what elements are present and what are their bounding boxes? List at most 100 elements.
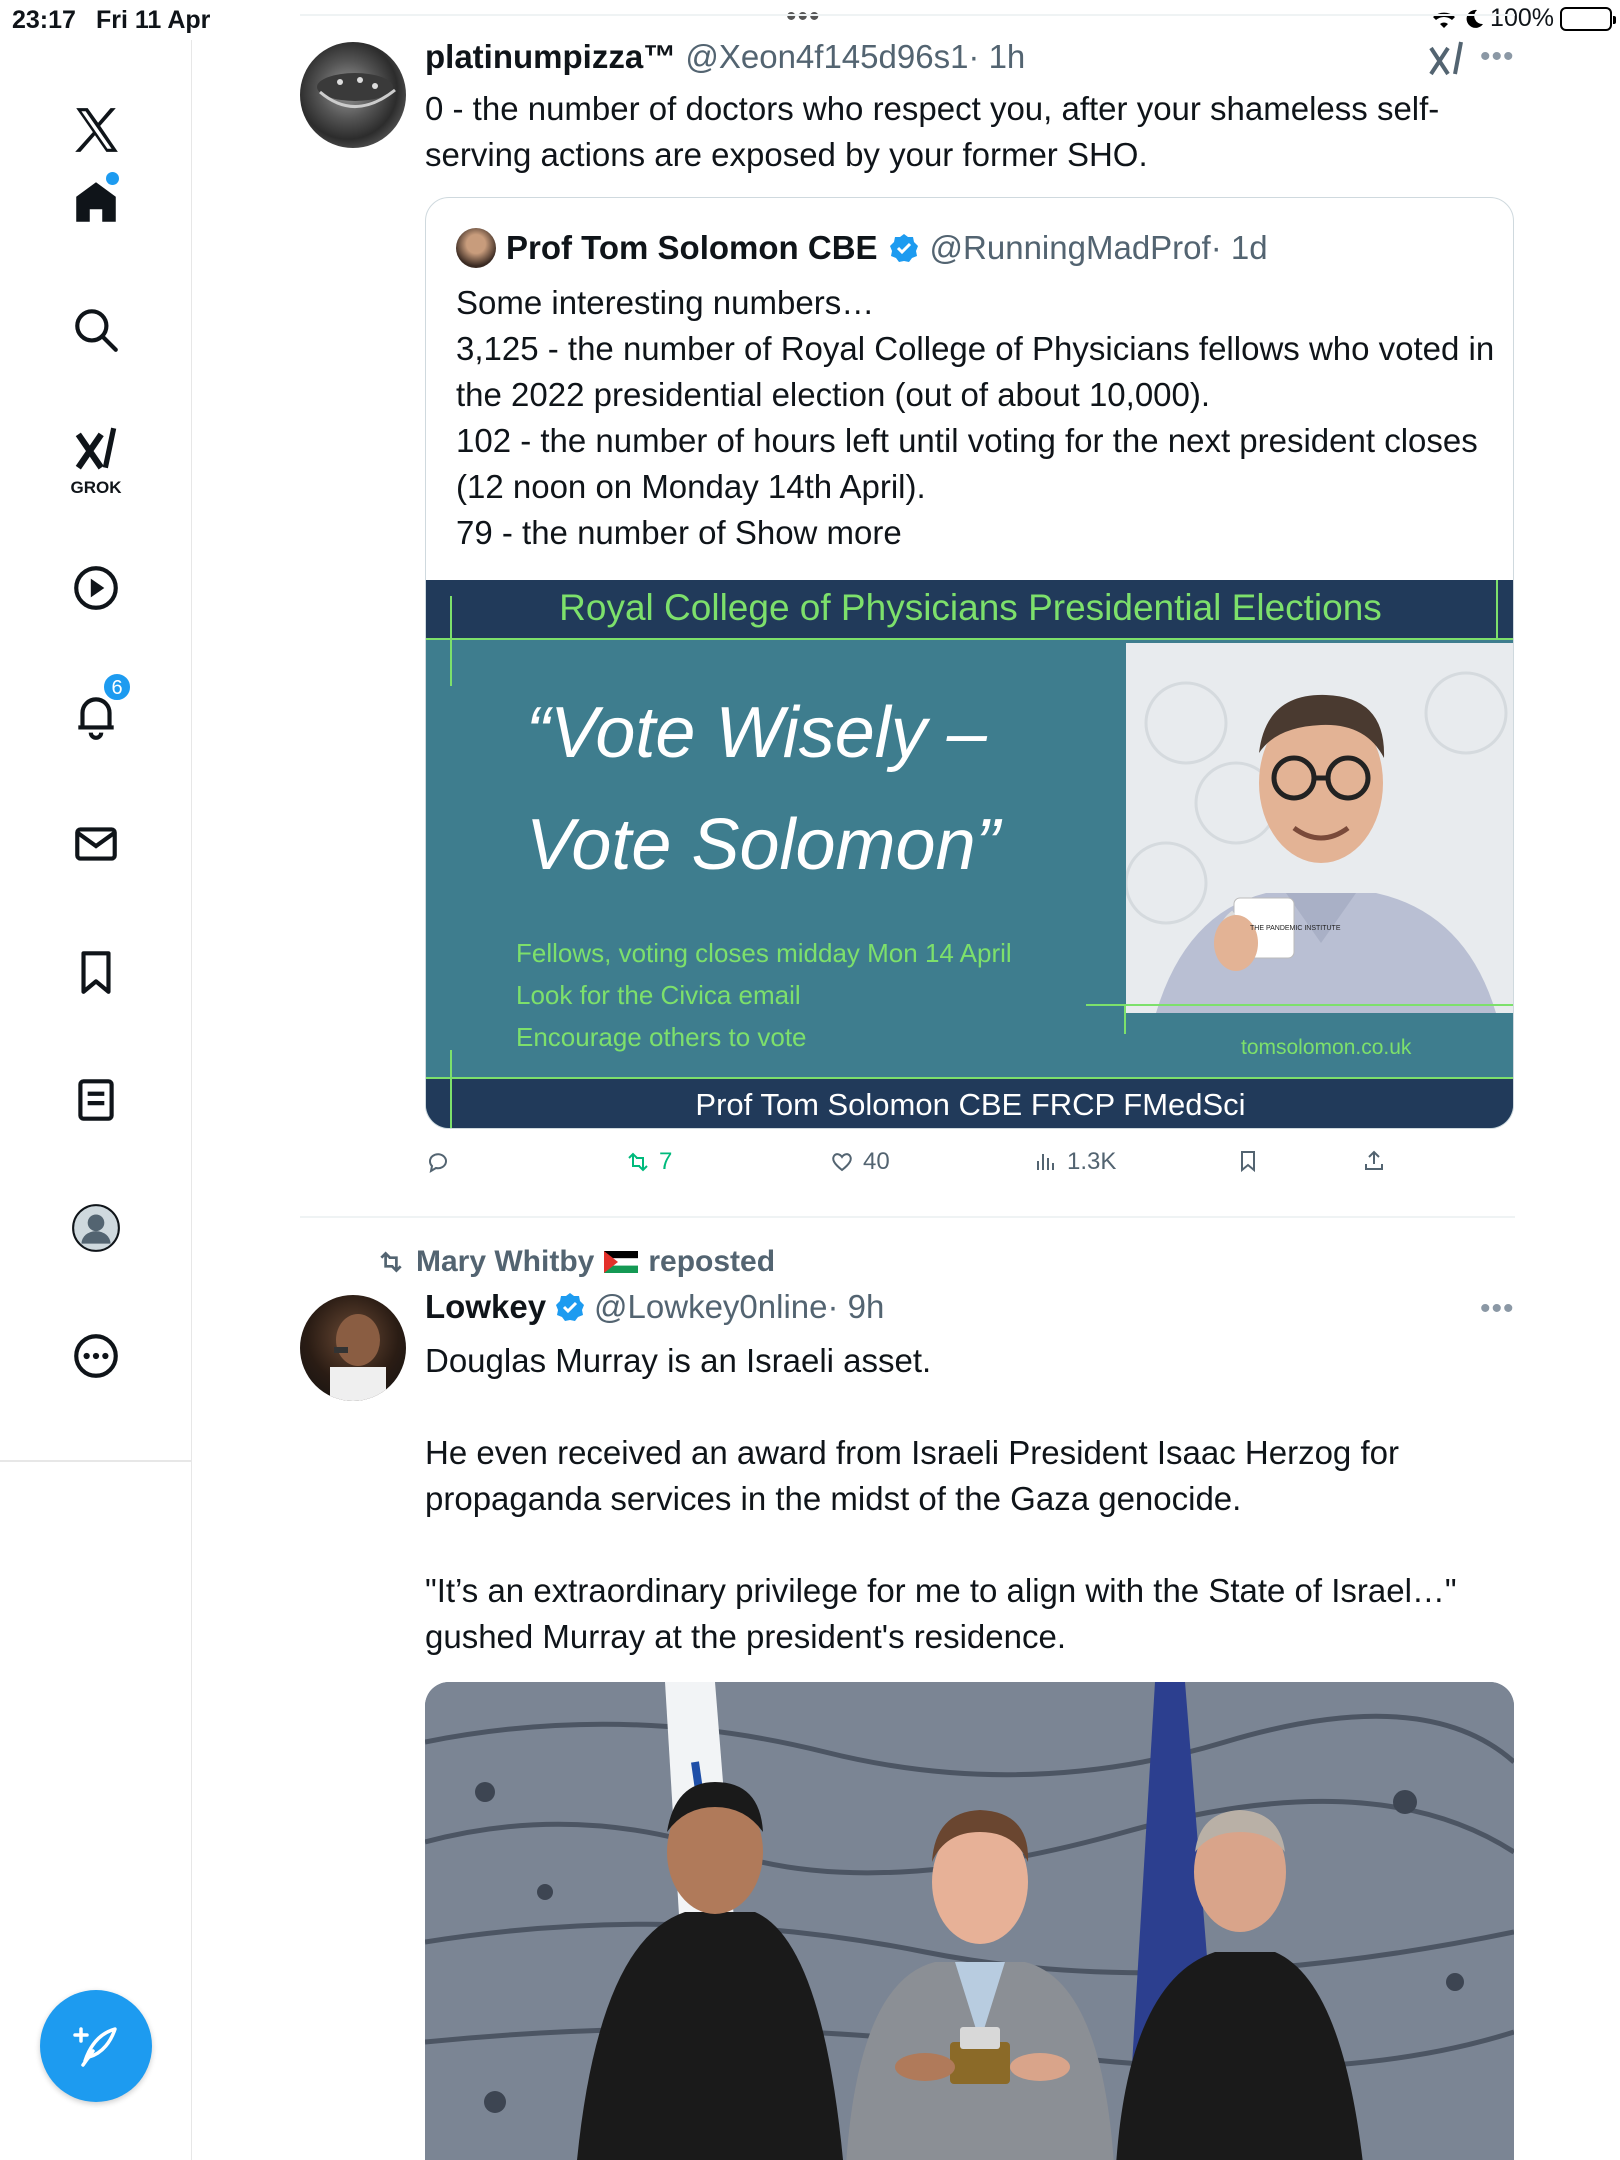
palestine-flag-icon xyxy=(604,1251,639,1273)
sidebar-item-video[interactable] xyxy=(56,548,136,628)
grok-explain-icon[interactable] xyxy=(1428,40,1464,78)
tweet1-header: platinumpizza™ @Xeon4f145d96s1· 1h xyxy=(425,38,1025,76)
quoted-timestamp: · 1d xyxy=(1210,229,1268,266)
verified-badge-icon xyxy=(556,1293,585,1321)
x-logo-icon[interactable] xyxy=(56,90,136,170)
quoted-author-name: Prof Tom Solomon CBE xyxy=(506,229,878,266)
mail-icon xyxy=(75,827,117,861)
tweet2-avatar[interactable] xyxy=(300,1295,406,1401)
retweet-button[interactable]: 7 xyxy=(625,1148,672,1176)
tweet2-header: Lowkey @Lowkey0nline · 9h xyxy=(425,1288,884,1326)
repost-indicator[interactable]: Mary Whitby reposted xyxy=(376,1245,775,1279)
tweet2-text: Douglas Murray is an Israeli asset. He e… xyxy=(425,1338,1505,1660)
tweet2-more-icon[interactable]: ••• xyxy=(1480,1292,1515,1326)
status-right: 100% xyxy=(1430,4,1616,33)
moon-icon xyxy=(1466,9,1484,28)
tweet2-author-name[interactable]: Lowkey xyxy=(425,1288,546,1326)
views-button[interactable]: 1.3K xyxy=(1033,1148,1116,1176)
sidebar-item-home[interactable] xyxy=(56,162,136,242)
views-chart-icon xyxy=(1037,1154,1054,1170)
grok-label: GROK xyxy=(70,478,122,497)
quoted-author-handle: @RunningMadProf xyxy=(929,229,1211,266)
play-icon xyxy=(74,566,118,610)
list-icon xyxy=(78,1079,114,1121)
campaign-banner-image[interactable]: Royal College of Physicians Presidential… xyxy=(426,580,1513,1128)
award-ceremony-photo xyxy=(425,1682,1514,2160)
banner-url: tomsolomon.co.uk xyxy=(1241,1036,1412,1059)
tweet1-text: 0 - the number of doctors who respect yo… xyxy=(425,90,1440,173)
like-button[interactable]: 40 xyxy=(829,1148,890,1176)
wifi-icon xyxy=(1433,12,1456,28)
home-unread-dot xyxy=(106,172,119,185)
compose-icon xyxy=(73,2027,117,2067)
tweet1-actions: 7 40 1.3K xyxy=(425,1148,1425,1188)
retweet-count: 7 xyxy=(659,1148,673,1175)
bookmark-outline-icon xyxy=(1241,1151,1255,1173)
status-bar: 23:17 Fri 11 Apr ••• 100% xyxy=(0,0,1620,40)
show-more-link[interactable]: Show more xyxy=(735,514,902,551)
grok-icon xyxy=(75,427,117,470)
tweet1-author-handle[interactable]: @Xeon4f145d96s1 xyxy=(685,38,968,75)
sidebar-item-lists[interactable] xyxy=(56,1060,136,1140)
bookmark-button[interactable] xyxy=(1235,1148,1261,1174)
heart-icon xyxy=(832,1153,852,1172)
tweet2-author-handle[interactable]: @Lowkey0nline xyxy=(594,1288,827,1326)
quoted-author-avatar xyxy=(456,228,496,268)
tweet2-paragraph-2: He even received an award from Israeli P… xyxy=(425,1434,1399,1517)
reply-button[interactable] xyxy=(425,1148,451,1174)
sidebar-item-bookmarks[interactable] xyxy=(56,932,136,1012)
compose-button[interactable] xyxy=(40,1990,152,2102)
more-icon xyxy=(74,1334,118,1378)
tweet2-paragraph-3: "It’s an extraordinary privilege for me … xyxy=(425,1572,1457,1655)
notification-count-badge: 6 xyxy=(102,672,132,702)
tweet1-avatar[interactable] xyxy=(300,42,406,148)
tweet2-timestamp[interactable]: · 9h xyxy=(828,1288,885,1326)
sidebar-item-notifications[interactable]: 6 xyxy=(56,672,136,756)
tweet1-timestamp[interactable]: · 1h xyxy=(968,38,1025,75)
tweet-divider xyxy=(300,1216,1515,1218)
quoted-tweet-header: Prof Tom Solomon CBE @RunningMadProf · 1d xyxy=(456,228,1268,268)
tweet1-avatar-image xyxy=(317,73,396,108)
share-button[interactable] xyxy=(1361,1148,1387,1174)
sidebar-item-messages[interactable] xyxy=(56,804,136,884)
sidebar: GROK 6 xyxy=(0,40,192,2160)
sidebar-item-more[interactable] xyxy=(56,1316,136,1396)
repost-label: reposted xyxy=(648,1245,776,1278)
quoted-line-2: 3,125 - the number of Royal College of P… xyxy=(456,330,1495,413)
sidebar-item-search[interactable] xyxy=(56,290,136,370)
verified-badge-icon xyxy=(889,234,918,262)
quoted-tweet-text: Some interesting numbers… 3,125 - the nu… xyxy=(456,280,1496,556)
like-count: 40 xyxy=(863,1148,890,1175)
quoted-line-4: 79 - the number of Show more xyxy=(456,514,902,551)
battery-icon xyxy=(1560,6,1616,31)
banner-info-lines: Fellows, voting closes midday Mon 14 Apr… xyxy=(516,932,1012,1058)
avatar-icon xyxy=(72,1204,120,1252)
banner-slogan-line-2: Vote Solomon” xyxy=(526,805,1000,885)
sidebar-item-profile[interactable] xyxy=(56,1188,136,1268)
tweet1-more-icon[interactable]: ••• xyxy=(1480,40,1515,74)
search-icon xyxy=(75,309,118,352)
status-time: 23:17 xyxy=(12,6,76,34)
sidebar-divider xyxy=(0,1460,192,1462)
banner-line-1: Fellows, voting closes midday Mon 14 Apr… xyxy=(516,938,1012,968)
tweet2-avatar-image xyxy=(330,1314,386,1401)
reply-icon xyxy=(429,1153,447,1174)
quoted-tweet[interactable]: Prof Tom Solomon CBE @RunningMadProf · 1d… xyxy=(425,197,1514,1129)
banner-line-2: Look for the Civica email xyxy=(516,980,801,1010)
tweet2-paragraph-1: Douglas Murray is an Israeli asset. xyxy=(425,1342,932,1379)
battery-percent: 100% xyxy=(1490,4,1554,32)
banner-footer: Prof Tom Solomon CBE FRCP FMedSci xyxy=(426,1077,1513,1128)
quoted-line-1: Some interesting numbers… xyxy=(456,284,875,321)
status-date: Fri 11 Apr xyxy=(96,6,211,34)
banner-title: Royal College of Physicians Presidential… xyxy=(426,580,1513,638)
banner-slogan-line-1: “Vote Wisely – xyxy=(526,693,987,773)
retweet-icon xyxy=(628,1152,648,1172)
svg-text:THE PANDEMIC INSTITUTE: THE PANDEMIC INSTITUTE xyxy=(1250,925,1341,932)
tweet1-author-name[interactable]: platinumpizza™ xyxy=(425,38,676,75)
bookmark-icon xyxy=(81,951,111,994)
quoted-line-3: 102 - the number of hours left until vot… xyxy=(456,422,1478,505)
tweet2-photo[interactable] xyxy=(425,1682,1514,2160)
multitask-dots[interactable]: ••• xyxy=(786,0,821,34)
share-icon xyxy=(1365,1150,1383,1170)
view-count: 1.3K xyxy=(1067,1148,1117,1175)
